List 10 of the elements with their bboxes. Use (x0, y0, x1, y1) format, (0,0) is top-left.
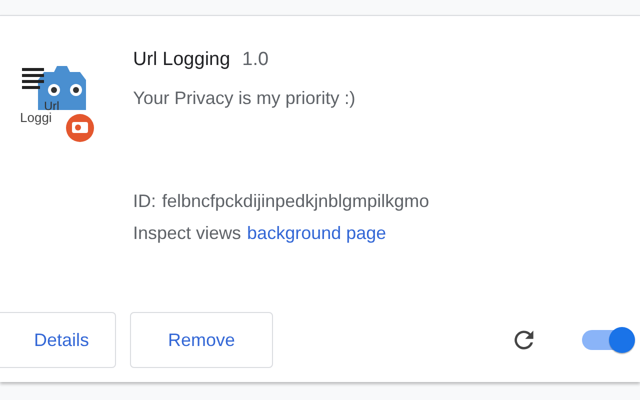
remove-button[interactable]: Remove (130, 312, 273, 368)
background-page-link[interactable]: background page (247, 223, 386, 244)
enable-toggle[interactable] (582, 326, 636, 354)
id-label: ID: (133, 191, 156, 212)
inspect-views-label: Inspect views (133, 223, 242, 244)
extension-description: Your Privacy is my priority :) (133, 88, 356, 109)
extension-name: Url Logging (133, 49, 230, 70)
extension-id: felbncfpckdijinpedkjnblgmpilkgmo (162, 191, 430, 212)
extension-version: 1.0 (242, 49, 269, 70)
details-button[interactable]: Details (0, 312, 116, 368)
